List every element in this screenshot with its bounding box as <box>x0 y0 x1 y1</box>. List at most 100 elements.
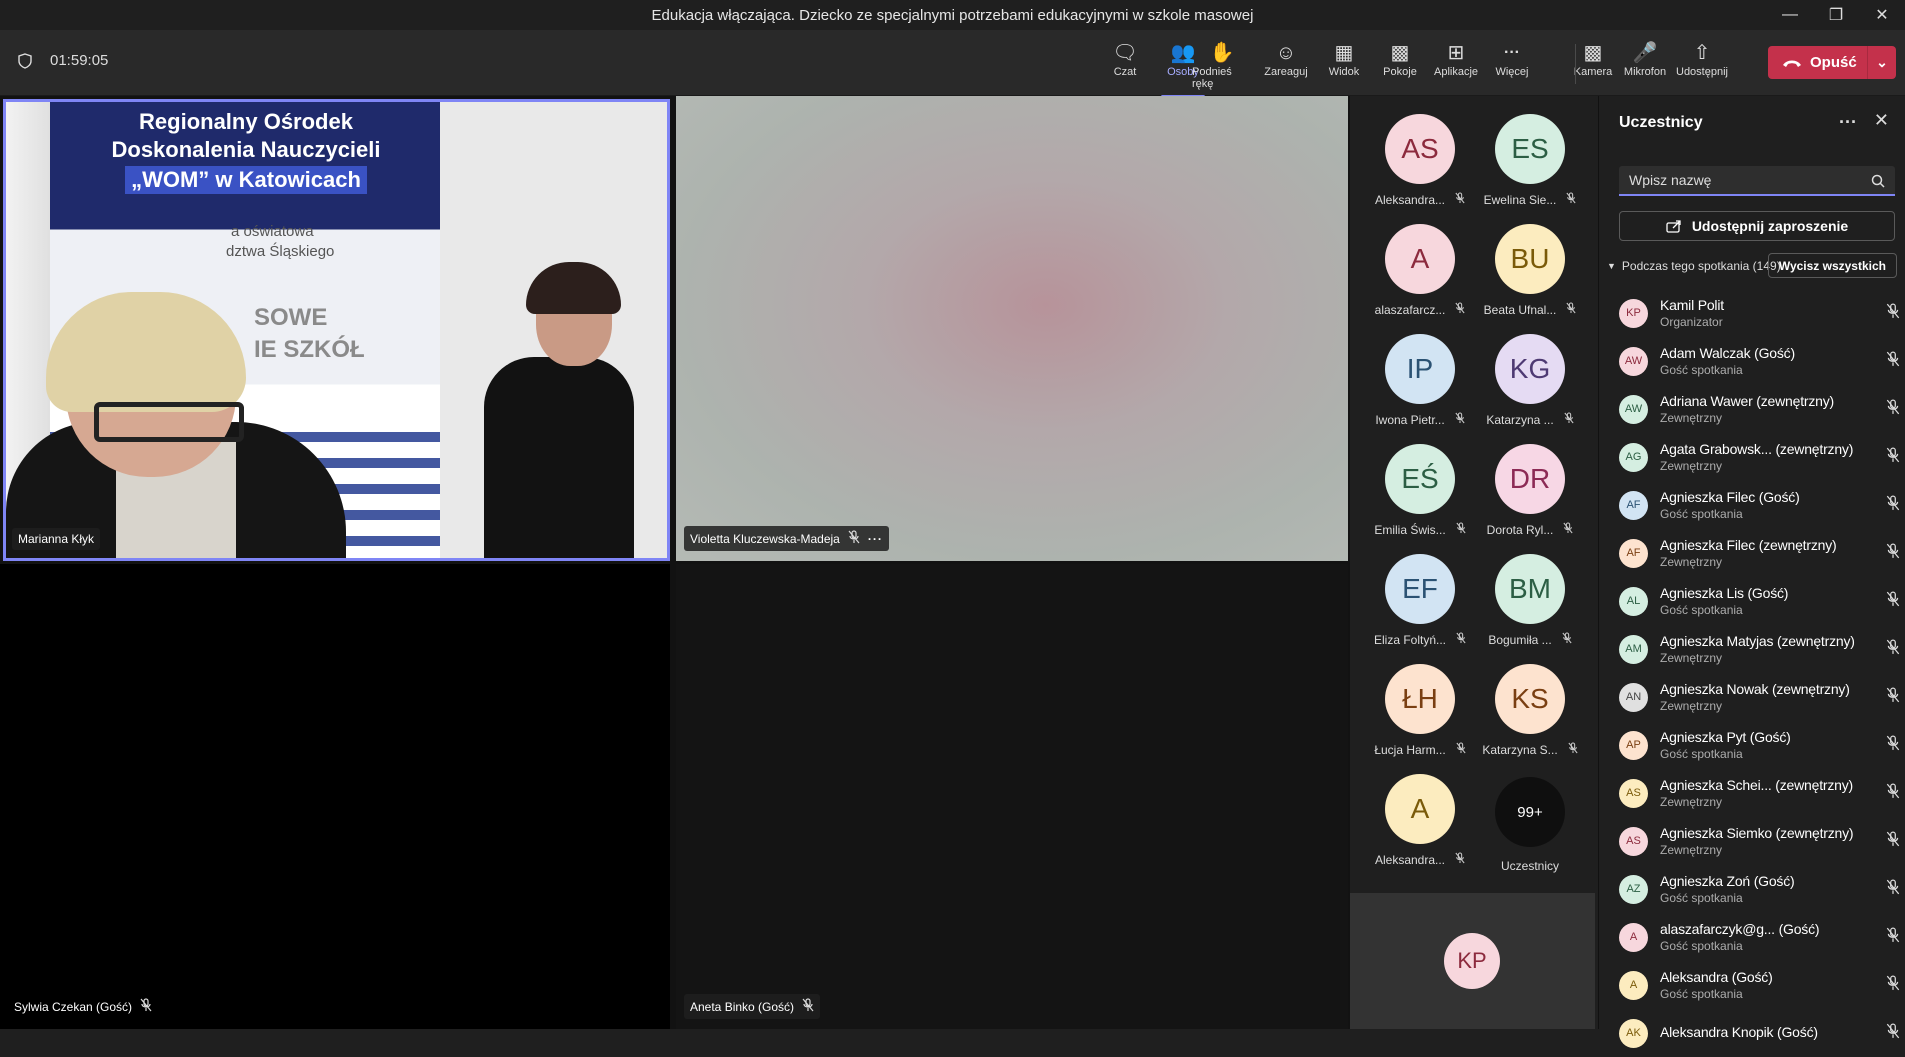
mic-off-icon[interactable] <box>1886 1023 1900 1044</box>
mic-off-icon[interactable] <box>1886 975 1900 996</box>
toolbar-button-camera-off[interactable]: ▩ Kamera <box>1563 40 1623 92</box>
toolbar-button-grid[interactable]: ▦ Widok <box>1314 40 1374 92</box>
roster-participant[interactable]: EŚ Emilia Świs... <box>1370 444 1470 537</box>
participant-role: Gość spotkania <box>1660 603 1743 617</box>
mic-off-icon[interactable] <box>1886 687 1900 708</box>
glasses <box>94 402 244 442</box>
avatar: AW <box>1619 394 1648 424</box>
search-icon[interactable] <box>1871 174 1885 188</box>
mic-off-icon <box>1456 742 1466 757</box>
mic-off-icon[interactable] <box>1886 447 1900 468</box>
mic-off-icon[interactable] <box>1886 303 1900 324</box>
title-bar: Edukacja włączająca. Dziecko ze specjaln… <box>0 0 1905 30</box>
participant-row[interactable]: AM Agnieszka Matyjas (zewnętrzny) Zewnętrz… <box>1619 625 1904 673</box>
avatar: BU <box>1495 224 1565 294</box>
mic-off-icon[interactable] <box>1886 735 1900 756</box>
mic-off-icon[interactable] <box>1886 591 1900 612</box>
roster-name-row: Ewelina Sie... <box>1484 192 1577 207</box>
roster-participant[interactable]: ES Ewelina Sie... <box>1480 114 1580 207</box>
chevron-down-icon[interactable]: ⌄ <box>1868 54 1896 71</box>
roster-participant[interactable]: DR Dorota Ryl... <box>1480 444 1580 537</box>
roster-participant[interactable]: Aalaszafarcz... <box>1370 224 1470 317</box>
roster-participant[interactable]: A Aleksandra... <box>1370 774 1470 867</box>
participant-row[interactable]: AW Adam Walczak (Gość) Gość spotkania <box>1619 337 1904 385</box>
more-options-icon[interactable]: ··· <box>1839 112 1857 133</box>
roster-name-row: Bogumiła ... <box>1488 632 1572 647</box>
participant-row[interactable]: AL Agnieszka Lis (Gość) Gość spotkania <box>1619 577 1904 625</box>
avatar: AP <box>1619 730 1648 760</box>
participant-row[interactable]: Aalaszafarczyk@g... (Gość) Gość spotkania <box>1619 913 1904 961</box>
toolbar-button-react[interactable]: ☺ Zareaguj <box>1256 40 1316 92</box>
participant-row[interactable]: AZ Agnieszka Zoń (Gość) Gość spotkania <box>1619 865 1904 913</box>
participant-row[interactable]: A Aleksandra (Gość) Gość spotkania <box>1619 961 1904 1009</box>
participant-row[interactable]: AP Agnieszka Pyt (Gość) Gość spotkania <box>1619 721 1904 769</box>
participant-row[interactable]: AG Agata Grabowsk... (zewnętrzny) Zewnętrz… <box>1619 433 1904 481</box>
roster-participant[interactable]: ŁH Łucja Harm... <box>1370 664 1470 757</box>
self-view[interactable]: KP <box>1350 893 1595 1029</box>
search-input[interactable]: Wpisz nazwę <box>1619 166 1895 196</box>
more-options-icon[interactable]: ··· <box>868 532 883 546</box>
share-invite-button[interactable]: Udostępnij zaproszenie <box>1619 211 1895 241</box>
participant-row[interactable]: AS Agnieszka Schei... (zewnętrzny) Zewnętr… <box>1619 769 1904 817</box>
toolbar-button-mic-off[interactable]: 🎤 Mikrofon <box>1615 40 1675 92</box>
roster-participant[interactable]: IP Iwona Pietr... <box>1370 334 1470 427</box>
toolbar-button-hand[interactable]: ✋ Podnieś rękę <box>1192 40 1252 92</box>
overflow-count: 99+ <box>1495 777 1565 847</box>
mic-off-icon[interactable] <box>1886 495 1900 516</box>
toolbar-button-chat[interactable]: 🗨 Czat <box>1095 40 1155 92</box>
participant-text: Agnieszka Nowak (zewnętrzny) Zewnętrzny <box>1660 681 1850 713</box>
avatar: AF <box>1619 538 1648 568</box>
participant-row[interactable]: AF Agnieszka Filec (zewnętrzny) Zewnętrzny <box>1619 529 1904 577</box>
section-header[interactable]: ▼ Podczas tego spotkania (149) Wycisz ws… <box>1607 253 1897 279</box>
participant-name: Marianna Kłyk <box>18 532 95 546</box>
participant-role: Zewnętrzny <box>1660 555 1723 569</box>
mic-off-icon[interactable] <box>1886 927 1900 948</box>
video-tile[interactable]: Sylwia Czekan (Gość) <box>0 564 670 1029</box>
toolbar-button-label: Kamera <box>1573 66 1613 78</box>
toolbar-button-rooms[interactable]: ▩ Pokoje <box>1370 40 1430 92</box>
participant-row[interactable]: AS Agnieszka Siemko (zewnętrzny) Zewnętrzn… <box>1619 817 1904 865</box>
toolbar-button-label: Udostępnij <box>1676 66 1728 78</box>
video-tile[interactable]: Aneta Binko (Gość) <box>676 564 1348 1029</box>
toolbar-button-share[interactable]: ⇧ Udostępnij <box>1672 40 1732 92</box>
meeting-timer: 01:59:05 <box>18 52 108 69</box>
participant-row[interactable]: KP Kamil Polit Organizator <box>1619 289 1904 337</box>
mic-off-icon[interactable] <box>1886 351 1900 372</box>
participant-text: Agnieszka Lis (Gość) Gość spotkania <box>1660 585 1788 617</box>
participant-row[interactable]: AN Agnieszka Nowak (zewnętrzny) Zewnętrzny <box>1619 673 1904 721</box>
video-tile[interactable]: Violetta Kluczewska-Madeja ··· <box>676 96 1348 561</box>
mic-off-icon[interactable] <box>1886 543 1900 564</box>
roster-participant[interactable]: BM Bogumiła ... <box>1480 554 1580 647</box>
participant-row[interactable]: AW Adriana Wawer (zewnętrzny) Zewnętrzny <box>1619 385 1904 433</box>
mic-off-icon <box>1566 302 1576 317</box>
overflow-participants-button[interactable]: 99+ Uczestnicy <box>1480 777 1580 873</box>
mute-all-label: Wycisz wszystkich <box>1778 258 1886 273</box>
roster-participant[interactable]: EF Eliza Foltyń... <box>1370 554 1470 647</box>
roster-name-row: Iwona Pietr... <box>1375 412 1465 427</box>
name-label: Violetta Kluczewska-Madeja ··· <box>684 526 889 551</box>
leave-button[interactable]: Opuść ⌄ <box>1768 46 1896 79</box>
participant-row[interactable]: AK Aleksandra Knopik (Gość) <box>1619 1009 1904 1057</box>
meeting-title: Edukacja włączająca. Dziecko ze specjaln… <box>651 6 1254 24</box>
mic-off-icon[interactable] <box>1886 639 1900 660</box>
window-controls: — ❐ ✕ <box>1767 0 1905 30</box>
toolbar-button-more[interactable]: ··· Więcej <box>1482 40 1542 92</box>
close-icon[interactable]: ✕ <box>1859 0 1905 30</box>
participant-name: Beata Ufnal... <box>1483 302 1557 317</box>
roster-participant[interactable]: KS Katarzyna S... <box>1480 664 1580 757</box>
minimize-icon[interactable]: — <box>1767 0 1813 30</box>
toolbar-button-apps[interactable]: ⊞ Aplikacje <box>1426 40 1486 92</box>
mute-all-button[interactable]: Wycisz wszystkich <box>1767 253 1897 278</box>
participant-row[interactable]: AF Agnieszka Filec (Gość) Gość spotkania <box>1619 481 1904 529</box>
roster-participant[interactable]: KG Katarzyna ... <box>1480 334 1580 427</box>
participant-role: Gość spotkania <box>1660 891 1743 905</box>
mic-off-icon[interactable] <box>1886 399 1900 420</box>
mic-off-icon[interactable] <box>1886 783 1900 804</box>
close-icon[interactable]: ✕ <box>1874 110 1889 131</box>
roster-participant[interactable]: BU Beata Ufnal... <box>1480 224 1580 317</box>
mic-off-icon[interactable] <box>1886 831 1900 852</box>
video-tile-speaker[interactable]: Regionalny Ośrodek Doskonalenia Nauczyci… <box>3 99 670 561</box>
roster-participant[interactable]: AS Aleksandra... <box>1370 114 1470 207</box>
mic-off-icon[interactable] <box>1886 879 1900 900</box>
maximize-icon[interactable]: ❐ <box>1813 0 1859 30</box>
